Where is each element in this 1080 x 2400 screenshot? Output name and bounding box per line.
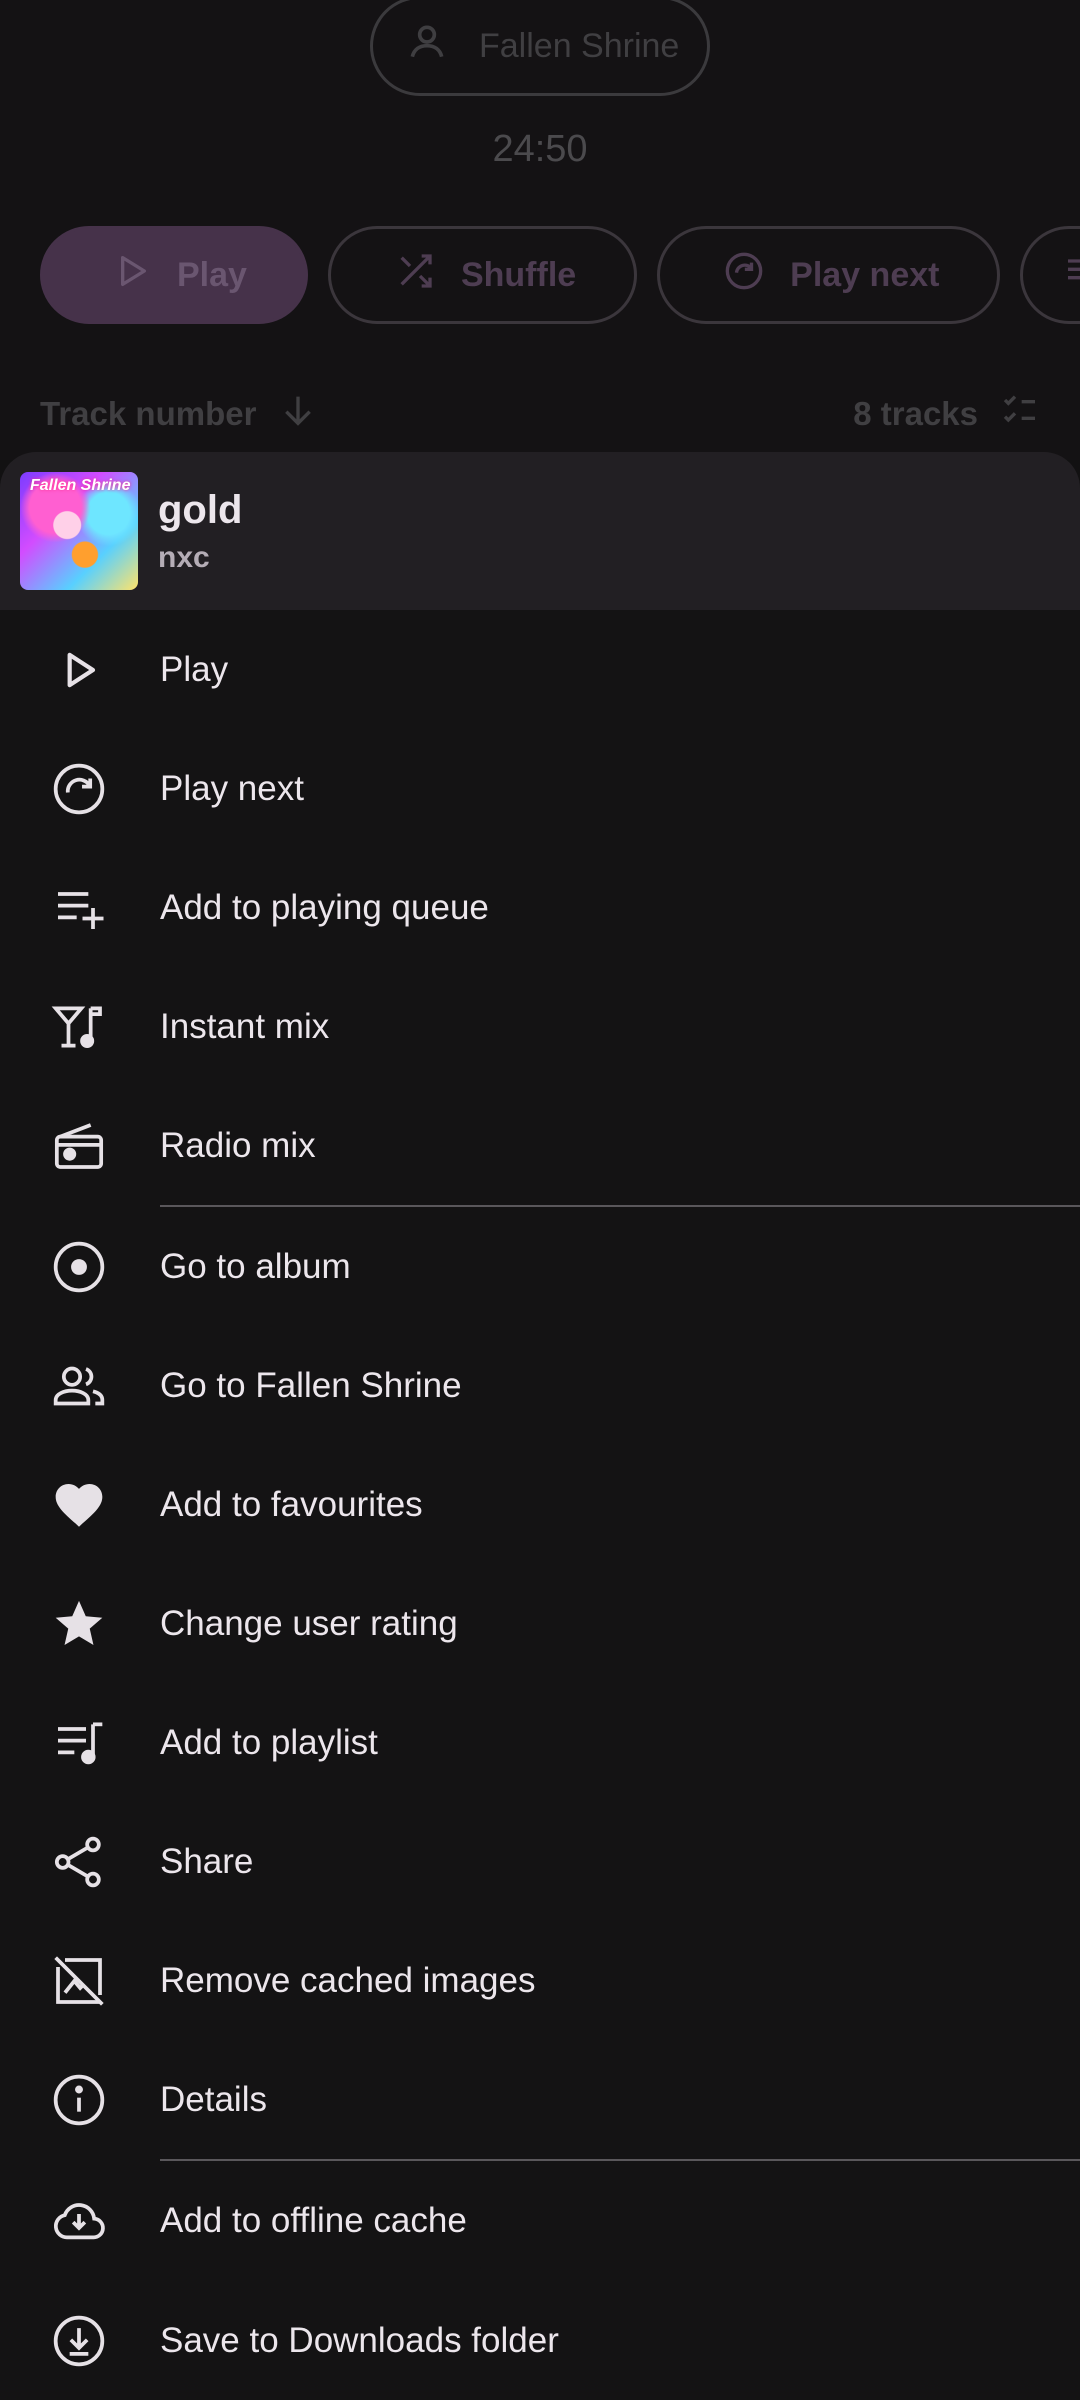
track-title: gold [158,487,243,532]
play-next-icon [724,251,764,300]
menu-item-share[interactable]: Share [0,1802,1080,1921]
album-background-page: Fallen Shrine 24:50 Play Shuffle Play ne… [0,0,1080,460]
play-all-button[interactable]: Play [40,226,308,324]
play-icon [111,251,151,300]
sort-selector[interactable]: Track number [40,390,318,438]
select-checklist-icon[interactable] [1000,390,1040,438]
menu-item-instant-mix[interactable]: Instant mix [0,967,1080,1086]
heart-icon [0,1477,160,1533]
artist-chip-label: Fallen Shrine [479,26,680,65]
album-cover: Fallen Shrine [20,472,138,590]
sort-label: Track number [40,395,257,432]
star-icon [0,1596,160,1652]
menu-item-label: Add to offline cache [160,2201,467,2240]
menu-item-label: Radio mix [160,1125,316,1165]
radio-icon [0,1118,160,1174]
play-icon [0,642,160,698]
options-menu: Play Play next Add to playing queue Inst… [0,610,1080,2400]
menu-item-label: Play next [160,768,304,808]
artist-chip[interactable]: Fallen Shrine [370,0,710,96]
menu-item-label: Share [160,1841,254,1881]
cloud-download-icon [0,2193,160,2249]
person-icon [405,20,449,73]
sheet-header: Fallen Shrine gold nxc [0,452,1080,610]
menu-item-change-rating[interactable]: Change user rating [0,1564,1080,1683]
share-icon [0,1834,160,1890]
instant-mix-icon [0,999,160,1055]
album-icon [0,1239,160,1295]
menu-item-radio-mix[interactable]: Radio mix [0,1086,1080,1205]
menu-item-play[interactable]: Play [0,610,1080,729]
menu-item-save-to-downloads[interactable]: Save to Downloads folder [0,2281,1080,2400]
menu-item-label: Go to album [160,1246,351,1286]
menu-item-label: Play [160,649,229,689]
menu-item-details[interactable]: Details [0,2040,1080,2159]
menu-item-add-to-queue[interactable]: Add to playing queue [0,848,1080,967]
info-icon [0,2072,160,2128]
menu-item-label: Remove cached images [160,1960,536,2000]
menu-item-add-to-offline-cache[interactable]: Add to offline cache [0,2161,1080,2281]
track-options-sheet: Fallen Shrine gold nxc Play Play next Ad… [0,452,1080,2400]
play-all-label: Play [177,255,247,294]
playlist-add-icon [0,1715,160,1771]
menu-item-label: Instant mix [160,1006,330,1046]
sort-bar: Track number 8 tracks [40,384,1040,444]
play-next-label: Play next [790,255,940,294]
queue-add-icon [0,880,160,936]
menu-item-remove-cached-images[interactable]: Remove cached images [0,1921,1080,2040]
menu-item-play-next[interactable]: Play next [0,729,1080,848]
album-actions: Play Shuffle Play next [40,226,1080,324]
queue-add-icon [1063,251,1080,300]
album-duration: 24:50 [492,128,588,170]
track-count: 8 tracks [853,395,978,432]
menu-item-label: Add to playlist [160,1722,378,1762]
artist-icon [0,1358,160,1414]
menu-item-add-to-playlist[interactable]: Add to playlist [0,1683,1080,1802]
menu-item-label: Add to playing queue [160,887,489,927]
add-to-queue-button[interactable] [1020,226,1080,324]
download-icon [0,2313,160,2369]
track-artist: nxc [158,540,210,574]
play-next-icon [0,761,160,817]
play-next-button[interactable]: Play next [657,226,1001,324]
menu-item-label: Save to Downloads folder [160,2320,559,2360]
menu-item-label: Add to favourites [160,1484,423,1524]
shuffle-icon [395,251,435,300]
menu-item-go-to-artist[interactable]: Go to Fallen Shrine [0,1326,1080,1445]
shuffle-label: Shuffle [460,255,577,294]
menu-item-label: Details [160,2079,267,2119]
menu-item-label: Go to Fallen Shrine [160,1365,462,1405]
shuffle-button[interactable]: Shuffle [327,226,638,324]
screen: Fallen Shrine 24:50 Play Shuffle Play ne… [0,0,1080,2400]
menu-item-label: Change user rating [160,1603,458,1643]
hide-image-icon [0,1953,160,2009]
arrow-down-icon [278,390,318,438]
menu-item-add-to-favourites[interactable]: Add to favourites [0,1445,1080,1564]
cover-text: Fallen Shrine [30,477,131,494]
menu-item-go-to-album[interactable]: Go to album [0,1207,1080,1326]
